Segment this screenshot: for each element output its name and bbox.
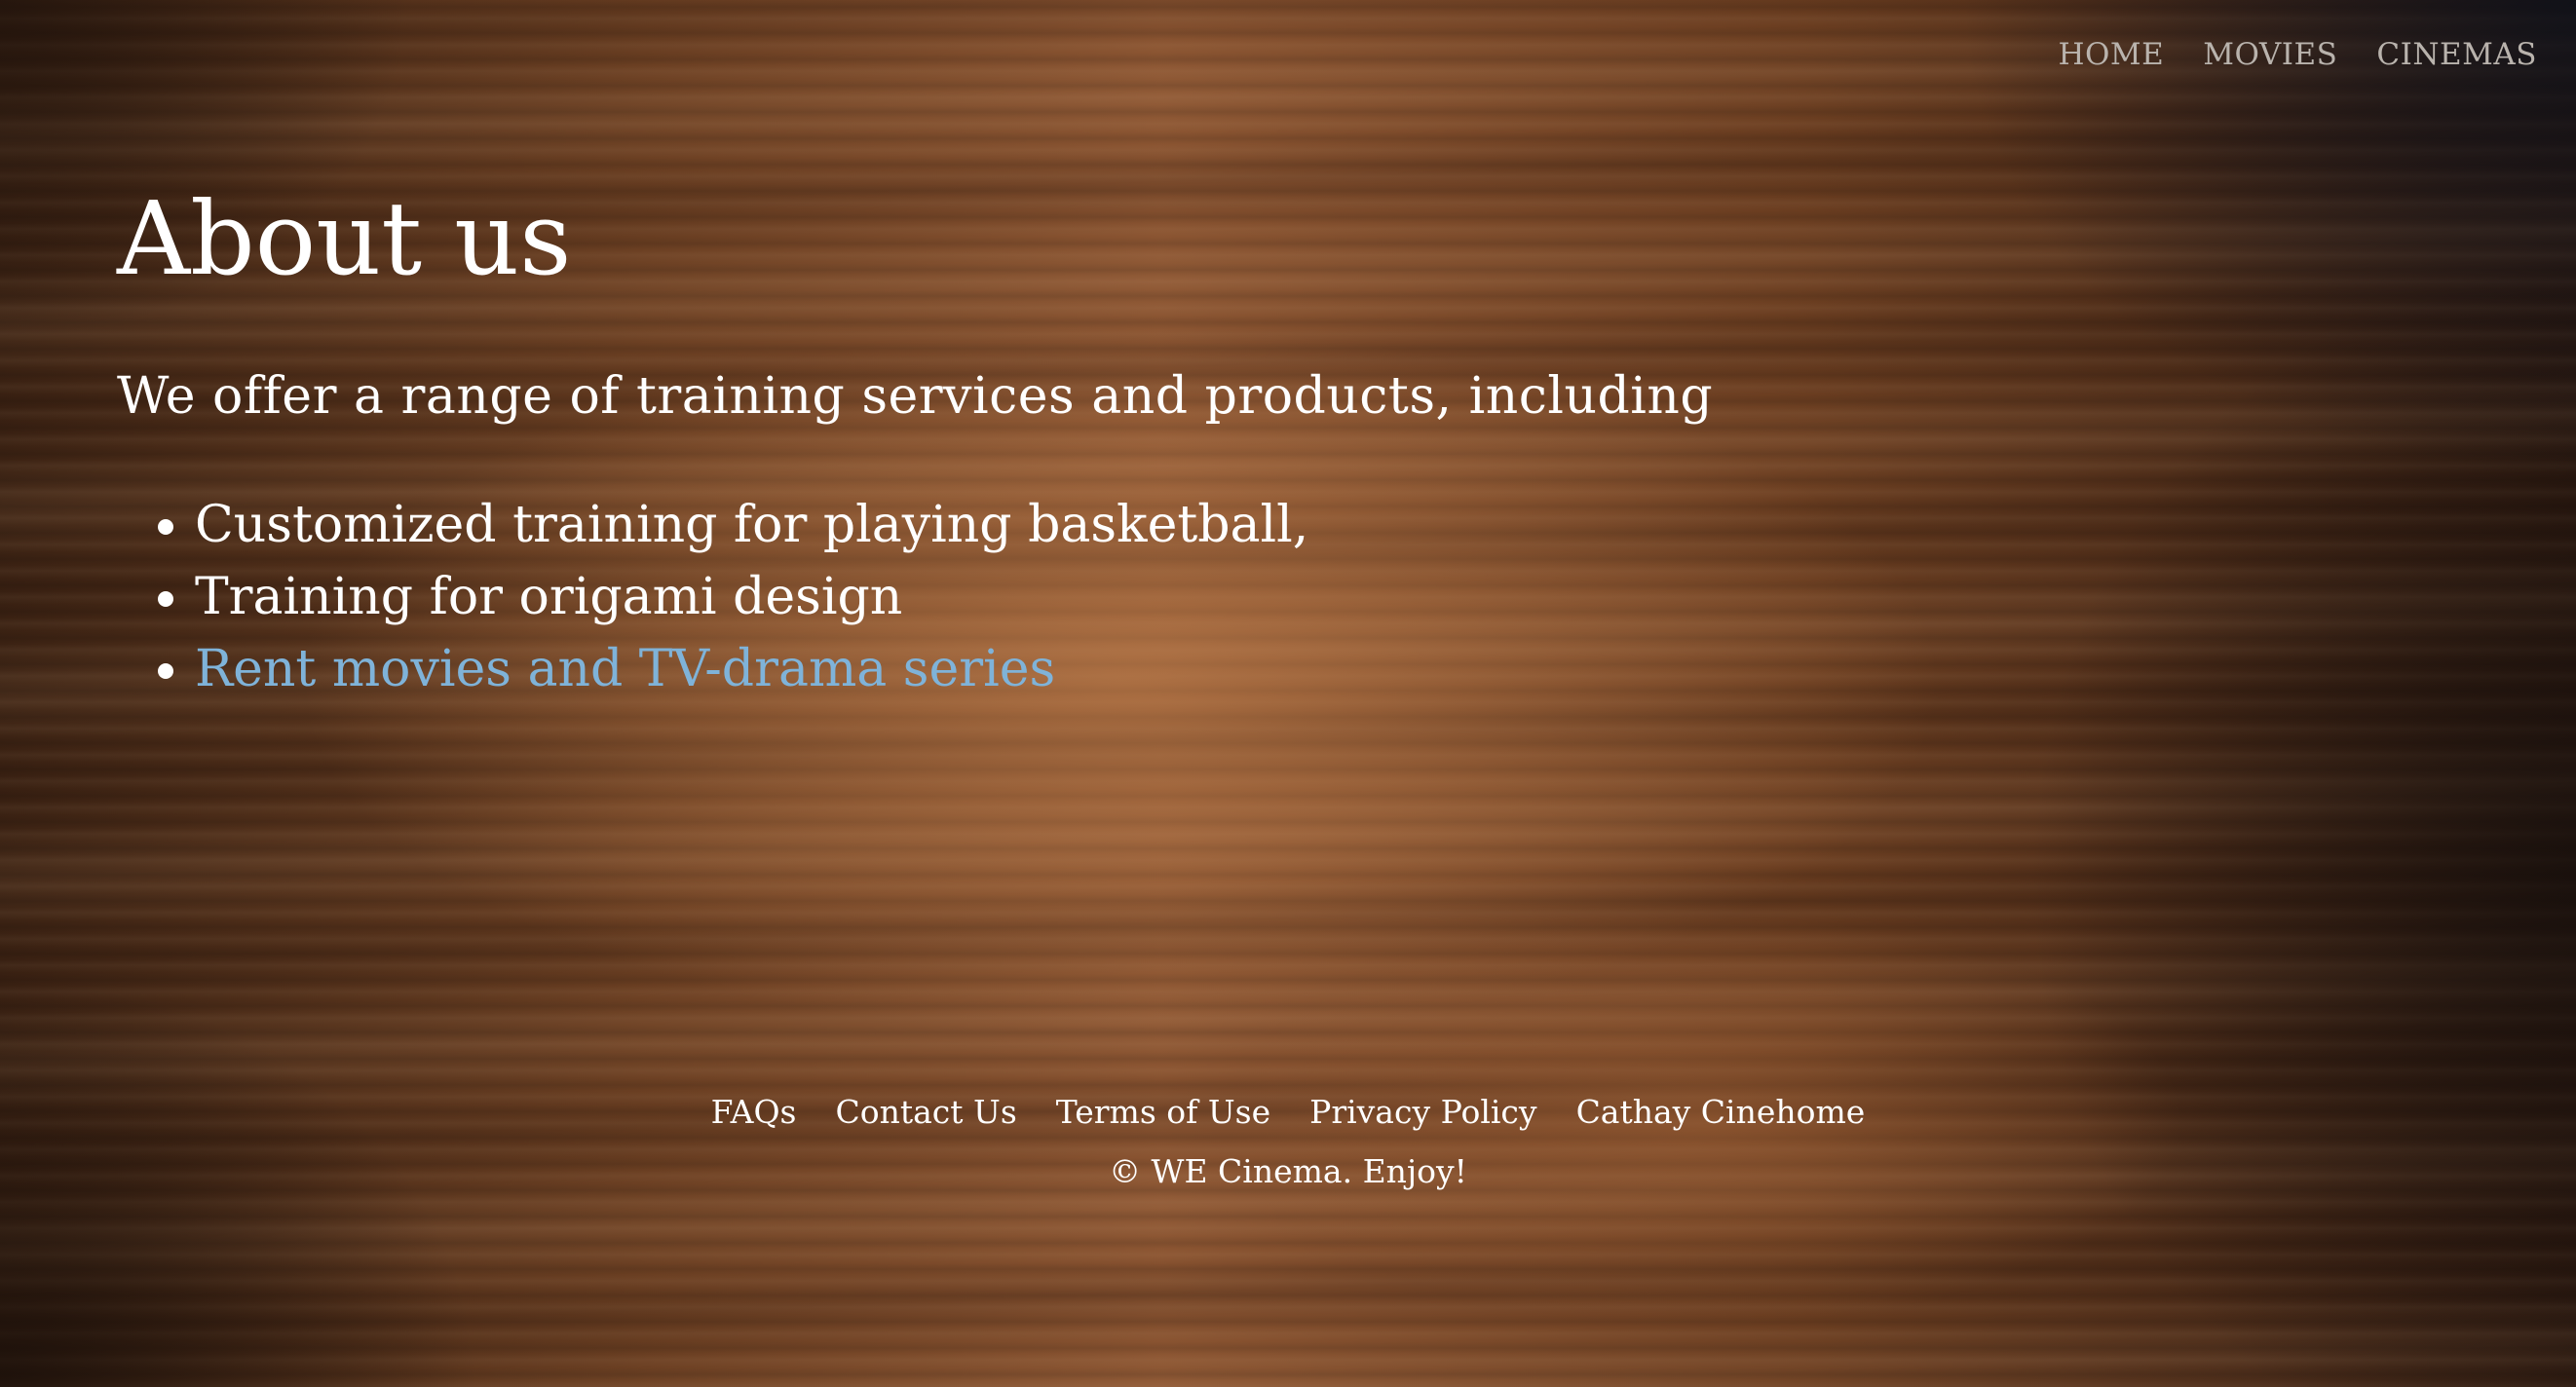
nav-item-home: HOME — [2058, 37, 2164, 72]
nav-link-cinemas[interactable]: CINEMAS — [2376, 37, 2537, 72]
main-content: About us We offer a range of training se… — [117, 175, 1968, 705]
page-title: About us — [117, 179, 572, 298]
footer-item-terms: Terms of Use — [1056, 1093, 1270, 1131]
copyright-text: © WE Cinema. Enjoy! — [1109, 1152, 1467, 1190]
services-list: Customized training for playing basketba… — [117, 489, 1968, 705]
footer-link-cathay-cinehome[interactable]: Cathay Cinehome — [1576, 1093, 1866, 1131]
footer: FAQs Contact Us Terms of Use Privacy Pol… — [0, 1093, 2576, 1190]
footer-link-terms-of-use[interactable]: Terms of Use — [1056, 1093, 1270, 1131]
footer-link-faqs[interactable]: FAQs — [711, 1093, 797, 1131]
service-item-basketball: Customized training for playing basketba… — [195, 489, 1968, 561]
footer-link-privacy-policy[interactable]: Privacy Policy — [1309, 1093, 1536, 1131]
intro-text: We offer a range of training services an… — [117, 367, 1714, 426]
footer-item-faqs: FAQs — [711, 1093, 797, 1131]
footer-item-contact: Contact Us — [836, 1093, 1017, 1131]
nav-item-cinemas: CINEMAS — [2376, 37, 2537, 72]
top-nav: HOME MOVIES CINEMAS — [2058, 37, 2537, 72]
footer-item-privacy: Privacy Policy — [1309, 1093, 1536, 1131]
footer-link-contact-us[interactable]: Contact Us — [836, 1093, 1017, 1131]
service-item-rent-movies: Rent movies and TV-drama series — [195, 633, 1968, 705]
nav-link-movies[interactable]: MOVIES — [2203, 37, 2337, 72]
service-item-origami: Training for origami design — [195, 561, 1968, 633]
footer-links: FAQs Contact Us Terms of Use Privacy Pol… — [0, 1093, 2576, 1131]
nav-item-movies: MOVIES — [2203, 37, 2337, 72]
rent-movies-link[interactable]: Rent movies and TV-drama series — [195, 640, 1055, 698]
nav-link-home[interactable]: HOME — [2058, 37, 2164, 72]
footer-item-cinehome: Cathay Cinehome — [1576, 1093, 1866, 1131]
